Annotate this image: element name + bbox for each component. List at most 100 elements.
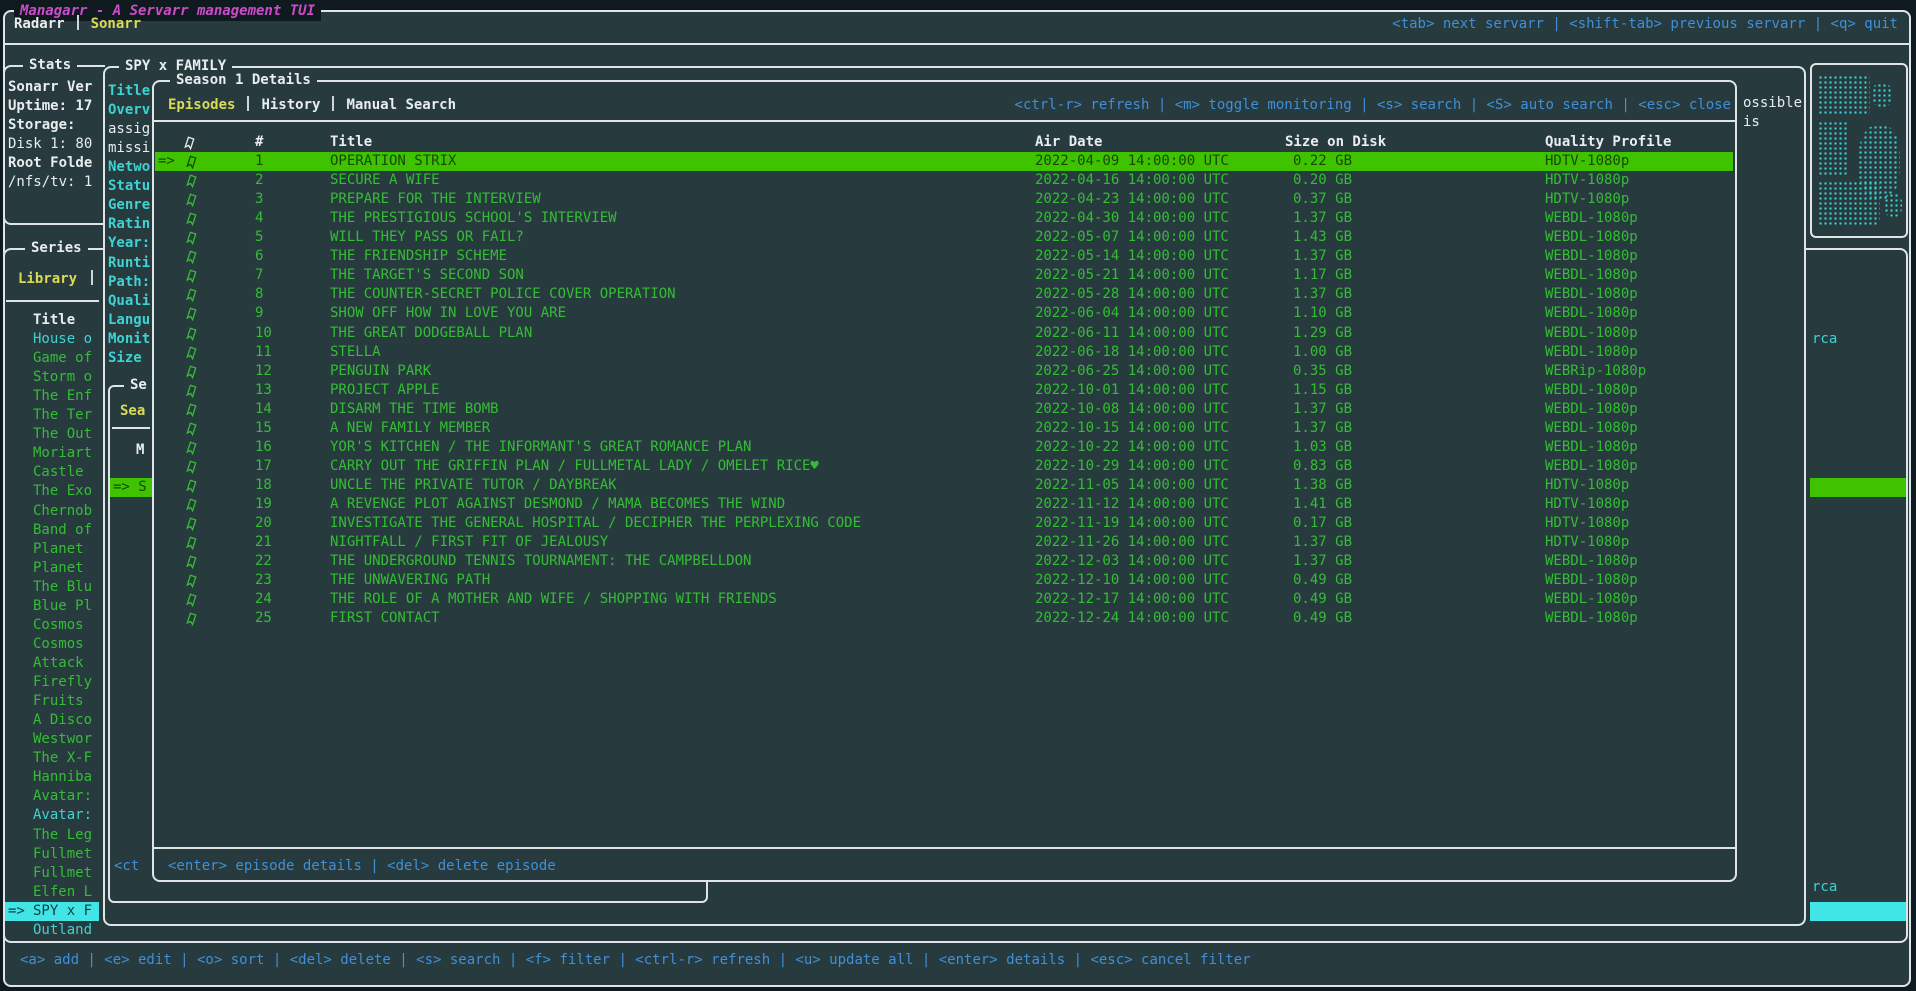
series-list-item[interactable]: Chernob [5, 502, 99, 521]
series-list-item[interactable]: The Exo [5, 482, 99, 501]
series-list-item[interactable]: The X-F [5, 749, 99, 768]
episode-size: 0.37 GB [1293, 190, 1352, 209]
tab-manual-search[interactable]: Manual Search [346, 97, 456, 113]
logo-box [1810, 63, 1908, 238]
series-list-item[interactable]: Avatar: [5, 787, 99, 806]
episode-row[interactable]: 17CARRY OUT THE GRIFFIN PLAN / FULLMETAL… [155, 457, 1733, 476]
episode-number: 21 [255, 533, 272, 552]
tag-icon [185, 555, 198, 569]
tab-episodes[interactable]: Episodes [168, 97, 235, 113]
episode-row[interactable]: 2SECURE A WIFE2022-04-16 14:00:00 UTC0.2… [155, 171, 1733, 190]
series-field-label: Netwo [108, 158, 150, 177]
episode-row[interactable]: 8THE COUNTER-SECRET POLICE COVER OPERATI… [155, 285, 1733, 304]
series-list-item[interactable]: Moriart [5, 444, 99, 463]
episode-row[interactable]: 15A NEW FAMILY MEMBER2022-10-15 14:00:00… [155, 419, 1733, 438]
episode-row[interactable]: 14DISARM THE TIME BOMB2022-10-08 14:00:0… [155, 400, 1733, 419]
series-list-item[interactable]: Westwor [5, 730, 99, 749]
episode-title: PROJECT APPLE [330, 381, 440, 400]
terminal-screen: Managarr - A Servarr management TUI Rada… [0, 0, 1916, 991]
series-list-item[interactable]: Castle [5, 463, 99, 482]
series-list-item[interactable]: The Ter [5, 406, 99, 425]
tag-icon [185, 155, 198, 169]
episode-number: 16 [255, 438, 272, 457]
stats-line: Storage: [8, 116, 100, 135]
col-title: Title [330, 133, 372, 152]
series-list-item[interactable]: Firefly [5, 673, 99, 692]
tag-icon [185, 593, 198, 607]
tag-icon [185, 288, 198, 302]
episode-number: 25 [255, 609, 272, 628]
episode-row[interactable]: 4THE PRESTIGIOUS SCHOOL'S INTERVIEW2022-… [155, 209, 1733, 228]
episode-row[interactable]: 13PROJECT APPLE2022-10-01 14:00:00 UTC1.… [155, 381, 1733, 400]
episode-row[interactable]: 7THE TARGET'S SECOND SON2022-05-21 14:00… [155, 266, 1733, 285]
episode-row[interactable]: =>1OPERATION STRIX2022-04-09 14:00:00 UT… [155, 152, 1733, 171]
series-list-item[interactable]: Fullmet [5, 845, 99, 864]
series-list-item[interactable]: Cosmos [5, 616, 99, 635]
tag-icon [185, 174, 198, 188]
series-list-item[interactable]: Cosmos [5, 635, 99, 654]
episode-row[interactable]: 19A REVENGE PLOT AGAINST DESMOND / MAMA … [155, 495, 1733, 514]
episode-title: NIGHTFALL / FIRST FIT OF JEALOUSY [330, 533, 608, 552]
series-list-item[interactable]: Elfen L [5, 883, 99, 902]
episode-row[interactable]: 9SHOW OFF HOW IN LOVE YOU ARE2022-06-04 … [155, 304, 1733, 323]
episode-quality: WEBRip-1080p [1545, 362, 1646, 381]
stats-line: Uptime: 17 [8, 97, 100, 116]
series-row-fragment: rca [1812, 878, 1837, 897]
series-list-item[interactable]: Outland [5, 921, 99, 940]
episode-quality: WEBDL-1080p [1545, 209, 1638, 228]
episode-number: 6 [255, 247, 263, 266]
episode-row[interactable]: 11STELLA2022-06-18 14:00:00 UTC1.00 GBWE… [155, 343, 1733, 362]
episode-row[interactable]: 5WILL THEY PASS OR FAIL?2022-05-07 14:00… [155, 228, 1733, 247]
episode-row[interactable]: 20INVESTIGATE THE GENERAL HOSPITAL / DEC… [155, 514, 1733, 533]
series-list-item[interactable]: Attack [5, 654, 99, 673]
series-list-item[interactable]: Storm o [5, 368, 99, 387]
series-row-fragment: rca [1812, 330, 1837, 349]
episode-row[interactable]: 25FIRST CONTACT2022-12-24 14:00:00 UTC0.… [155, 609, 1733, 628]
selected-season-row[interactable]: => S [110, 478, 152, 497]
series-list-item[interactable]: Planet [5, 540, 99, 559]
series-list-item[interactable]: Game of [5, 349, 99, 368]
episode-size: 1.43 GB [1293, 228, 1352, 247]
episode-row[interactable]: 23THE UNWAVERING PATH2022-12-10 14:00:00… [155, 571, 1733, 590]
episode-row[interactable]: 22THE UNDERGROUND TENNIS TOURNAMENT: THE… [155, 552, 1733, 571]
series-list-item[interactable]: The Blu [5, 578, 99, 597]
episode-number: 9 [255, 304, 263, 323]
series-list-item[interactable]: House o [5, 330, 99, 349]
tag-icon [185, 384, 198, 398]
season-tab-bar: Episodes History Manual Search [168, 96, 456, 115]
seasons-column-header: M [136, 441, 144, 460]
series-list-item[interactable]: Band of [5, 521, 99, 540]
episode-quality: WEBDL-1080p [1545, 228, 1638, 247]
series-list-item[interactable]: =>SPY x F [5, 902, 99, 921]
tab-radarr[interactable]: Radarr [14, 16, 65, 32]
series-list-item[interactable]: Planet [5, 559, 99, 578]
tab-seasons[interactable]: Sea [120, 402, 145, 421]
episode-number: 22 [255, 552, 272, 571]
series-list-item[interactable]: Fullmet [5, 864, 99, 883]
episode-row[interactable]: 24THE ROLE OF A MOTHER AND WIFE / SHOPPI… [155, 590, 1733, 609]
series-list-item[interactable]: The Out [5, 425, 99, 444]
tab-divider [77, 15, 79, 30]
episode-row[interactable]: 12PENGUIN PARK2022-06-25 14:00:00 UTC0.3… [155, 362, 1733, 381]
episode-row[interactable]: 6THE FRIENDSHIP SCHEME2022-05-14 14:00:0… [155, 247, 1733, 266]
tab-sonarr[interactable]: Sonarr [91, 16, 142, 32]
episode-row[interactable]: 3PREPARE FOR THE INTERVIEW2022-04-23 14:… [155, 190, 1733, 209]
episode-title: THE ROLE OF A MOTHER AND WIFE / SHOPPING… [330, 590, 777, 609]
episode-row[interactable]: 10THE GREAT DODGEBALL PLAN2022-06-11 14:… [155, 324, 1733, 343]
tab-history[interactable]: History [261, 97, 320, 113]
series-list-item[interactable]: Blue Pl [5, 597, 99, 616]
episode-quality: HDTV-1080p [1545, 171, 1629, 190]
series-list-item[interactable]: A Disco [5, 711, 99, 730]
series-list-item[interactable]: Fruits [5, 692, 99, 711]
modal-footer-separator [154, 847, 1735, 849]
episode-number: 2 [255, 171, 263, 190]
series-list-item[interactable]: Hanniba [5, 768, 99, 787]
tab-library[interactable]: Library [18, 271, 77, 287]
episode-row[interactable]: 21NIGHTFALL / FIRST FIT OF JEALOUSY2022-… [155, 533, 1733, 552]
episode-row[interactable]: 16YOR'S KITCHEN / THE INFORMANT'S GREAT … [155, 438, 1733, 457]
episode-row[interactable]: 18UNCLE THE PRIVATE TUTOR / DAYBREAK2022… [155, 476, 1733, 495]
series-list-item[interactable]: The Enf [5, 387, 99, 406]
series-list-item[interactable]: The Leg [5, 826, 99, 845]
episode-number: 10 [255, 324, 272, 343]
series-list-item[interactable]: Avatar: [5, 806, 99, 825]
